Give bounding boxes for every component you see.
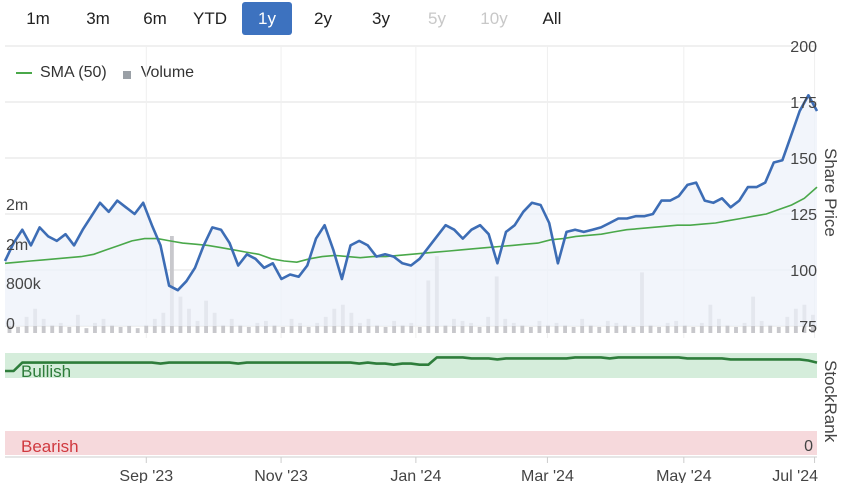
- price-tick-label: 175: [790, 95, 817, 112]
- volume-bar: [127, 325, 132, 333]
- volume-bar: [375, 324, 379, 333]
- volume-bar: [588, 324, 593, 333]
- volume-bar: [16, 326, 20, 333]
- stockrank-tick-label: 0: [804, 438, 813, 455]
- volume-bar: [67, 326, 72, 333]
- volume-bar: [657, 326, 662, 333]
- volume-bar: [238, 324, 243, 333]
- volume-bar: [443, 324, 448, 333]
- volume-bar: [597, 326, 602, 333]
- bearish-band: [5, 431, 817, 455]
- volume-bar: [622, 324, 627, 333]
- volume-tick-label: 2m: [6, 197, 28, 214]
- volume-tick-label: 2m: [6, 237, 28, 254]
- volume-bar: [281, 326, 285, 333]
- volume-bar: [528, 326, 533, 333]
- volume-bar: [648, 324, 653, 333]
- volume-bar: [776, 326, 781, 333]
- price-tick-label: 75: [799, 319, 817, 336]
- price-tick-label: 100: [790, 263, 817, 280]
- volume-bar: [768, 324, 773, 333]
- price-tick-label: 150: [790, 151, 817, 168]
- volume-bar: [84, 328, 89, 333]
- bullish-label: Bullish: [21, 362, 71, 381]
- price-area: [5, 95, 817, 326]
- volume-bar: [383, 326, 388, 333]
- volume-bar: [110, 324, 114, 333]
- volume-bar: [734, 326, 738, 333]
- price-axis-title: Share Price: [821, 148, 840, 237]
- volume-tick-label: 0: [6, 316, 15, 333]
- stock-chart: 75 100 125 150 175 200 0 800k 2m 2m Share Price Bul…: [3, 39, 840, 483]
- bullish-band: [5, 353, 817, 378]
- volume-bar: [631, 326, 636, 333]
- volume-bar: [571, 326, 576, 333]
- bearish-label: Bearish: [21, 437, 79, 456]
- price-tick-label: 125: [790, 207, 817, 224]
- volume-bar: [50, 324, 55, 333]
- x-tick-label: May '24: [656, 468, 712, 483]
- volume-bar: [306, 326, 311, 333]
- volume-bar: [221, 324, 226, 333]
- volume-bar: [118, 326, 123, 333]
- volume-bar: [682, 324, 687, 333]
- volume-bar: [417, 326, 422, 333]
- x-tick-label: Nov '23: [254, 468, 308, 483]
- volume-bar: [272, 324, 277, 333]
- volume-bar: [546, 324, 550, 333]
- price-tick-label: 200: [790, 39, 817, 56]
- x-tick-label: Jul '24: [772, 468, 818, 483]
- x-tick-label: Jan '24: [390, 468, 441, 483]
- volume-bar: [400, 324, 405, 333]
- volume-bar: [144, 324, 149, 333]
- volume-bar: [563, 324, 567, 333]
- volume-bar: [477, 326, 482, 333]
- volume-bar: [246, 326, 251, 333]
- volume-tick-label: 800k: [6, 276, 42, 293]
- volume-bar: [691, 326, 696, 333]
- x-tick-label: Sep '23: [119, 468, 173, 483]
- volume-bar: [135, 328, 140, 333]
- volume-bar: [520, 324, 525, 333]
- stockrank-axis-title: StockRank: [821, 360, 840, 443]
- x-tick-label: Mar '24: [521, 468, 574, 483]
- volume-bar: [725, 324, 730, 333]
